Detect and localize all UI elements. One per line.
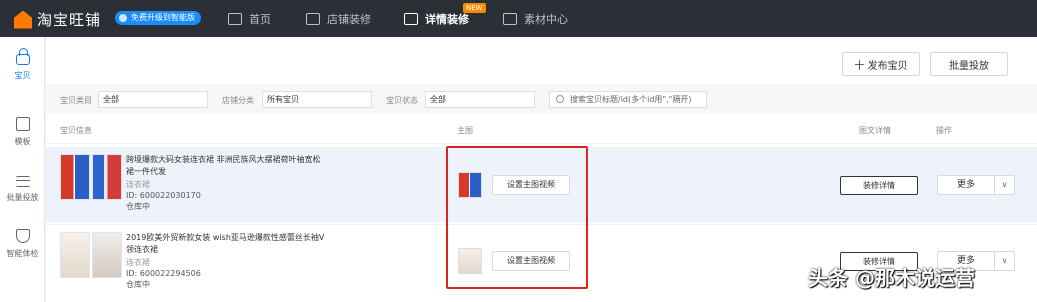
- product-thumbnail[interactable]: [60, 154, 90, 200]
- product-category: 连衣裙: [126, 258, 150, 267]
- folder-icon: [503, 12, 517, 25]
- nav-detail-decoration[interactable]: 详情装修: [404, 0, 469, 37]
- template-icon: [15, 117, 30, 131]
- product-thumbnail[interactable]: [92, 232, 122, 278]
- status-select[interactable]: 全部: [425, 91, 535, 108]
- search-input[interactable]: 搜索宝贝标题/id(多个id用","隔开): [549, 91, 707, 108]
- category-label: 宝贝类目: [60, 96, 92, 105]
- product-status: 仓库中: [126, 280, 150, 289]
- store-logo-icon: [14, 10, 32, 29]
- main-image-thumbnail[interactable]: [458, 172, 482, 198]
- product-id: ID: 600022294506: [126, 269, 201, 278]
- bag-icon: [15, 48, 30, 65]
- edit-detail-button[interactable]: 装修详情: [840, 176, 918, 195]
- product-title[interactable]: 2019欧美外贸新款女装 wish亚马逊爆款性感蕾丝长袖V领连衣裙: [126, 232, 326, 256]
- status-label: 宝贝状态: [386, 96, 418, 105]
- product-status: 仓库中: [126, 202, 150, 211]
- filter-bar: 宝贝类目 全部 店铺分类 所有宝贝 宝贝状态 全部 搜索宝贝标题/id(多个id…: [46, 84, 1037, 114]
- sidebar-item-batch[interactable]: 批量投放: [0, 160, 45, 218]
- product-id: ID: 600022030170: [126, 191, 201, 200]
- nav-home[interactable]: 首页: [228, 0, 271, 37]
- table-row: 跨境爆款大码女装连衣裙 非洲民族风大摆裙荷叶袖宽松裙一件代发 连衣裙 ID: 6…: [46, 147, 1037, 222]
- store-icon: [306, 12, 320, 25]
- watermark: 头条 @那木说运营: [808, 266, 975, 290]
- sidebar: 宝贝 模板 批量投放 智能体检: [0, 37, 45, 302]
- search-icon: [556, 95, 564, 103]
- product-thumbnail[interactable]: [60, 232, 90, 278]
- product-category: 连衣裙: [126, 180, 150, 189]
- header-main-image: 主图: [457, 126, 473, 135]
- shop-category-label: 店铺分类: [222, 96, 254, 105]
- nav-material-center[interactable]: 素材中心: [503, 0, 568, 37]
- batch-deploy-button[interactable]: 批量投放: [930, 52, 1008, 76]
- main-image-thumbnail[interactable]: [458, 248, 482, 274]
- header-detail: 图文详情: [859, 126, 891, 135]
- product-title[interactable]: 跨境爆款大码女装连衣裙 非洲民族风大摆裙荷叶袖宽松裙一件代发: [126, 154, 326, 178]
- sidebar-item-health-check[interactable]: 智能体检: [0, 215, 45, 273]
- nav-store-decoration[interactable]: 店铺装修: [306, 0, 371, 37]
- top-navbar: 淘宝旺铺 免费升级到智能版 首页 店铺装修 详情装修 NEW 素材中心: [0, 0, 1037, 37]
- sidebar-item-items[interactable]: 宝贝: [0, 37, 45, 95]
- chevron-down-icon: ∨: [994, 252, 1014, 270]
- set-main-video-button[interactable]: 设置主图视频: [492, 175, 570, 195]
- sidebar-item-templates[interactable]: 模板: [0, 103, 45, 161]
- shop-category-select[interactable]: 所有宝贝: [262, 91, 372, 108]
- shield-icon: [15, 229, 30, 243]
- document-icon: [404, 12, 418, 25]
- publish-item-button[interactable]: 十 发布宝贝: [842, 52, 920, 76]
- set-main-video-button[interactable]: 设置主图视频: [492, 251, 570, 271]
- divider: [46, 143, 1037, 144]
- category-select[interactable]: 全部: [98, 91, 208, 108]
- header-item-info: 宝贝信息: [60, 126, 92, 135]
- new-badge: NEW: [463, 3, 486, 13]
- logo[interactable]: 淘宝旺铺: [14, 9, 101, 30]
- more-dropdown[interactable]: 更多 ∨: [937, 175, 1015, 195]
- product-thumbnail[interactable]: [92, 154, 122, 200]
- header-action: 操作: [936, 126, 952, 135]
- batch-icon: [15, 175, 30, 187]
- app-name: 淘宝旺铺: [37, 11, 102, 29]
- upgrade-badge[interactable]: 免费升级到智能版: [115, 11, 201, 25]
- home-icon: [228, 12, 242, 25]
- chevron-down-icon: ∨: [994, 176, 1014, 194]
